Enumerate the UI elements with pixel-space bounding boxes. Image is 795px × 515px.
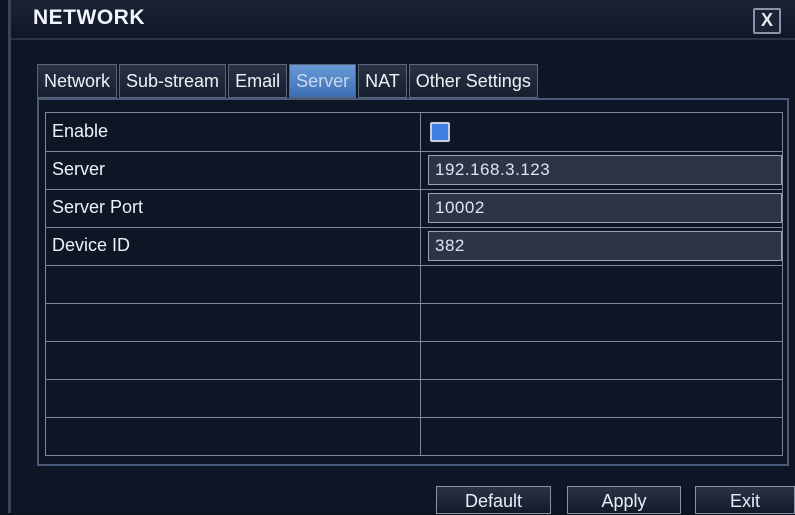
enable-row: Enable [46, 113, 782, 152]
empty-row [46, 417, 782, 455]
tab-bar: Network Sub-stream Email Server NAT Othe… [37, 64, 540, 98]
server-row: Server 192.168.3.123 [46, 151, 782, 190]
enable-cell [422, 113, 782, 151]
server-port-label: Server Port [46, 189, 421, 227]
empty-value-cell [422, 303, 782, 341]
empty-row [46, 341, 782, 380]
empty-label-cell [46, 265, 421, 303]
tab-nat[interactable]: NAT [358, 64, 407, 98]
device-id-cell: 382 [422, 227, 782, 265]
close-button[interactable]: X [753, 8, 781, 34]
server-cell: 192.168.3.123 [422, 151, 782, 189]
exit-button[interactable]: Exit [695, 486, 795, 514]
empty-label-cell [46, 341, 421, 379]
empty-row [46, 379, 782, 418]
device-id-row: Device ID 382 [46, 227, 782, 266]
empty-value-cell [422, 341, 782, 379]
network-dialog: NETWORK X Network Sub-stream Email Serve… [8, 0, 795, 514]
empty-label-cell [46, 417, 421, 455]
settings-table: Enable Server 192.168.3.123 Server Port … [45, 112, 783, 456]
empty-value-cell [422, 265, 782, 303]
enable-checkbox[interactable] [430, 122, 450, 142]
server-input[interactable]: 192.168.3.123 [428, 155, 782, 185]
server-settings-panel: Enable Server 192.168.3.123 Server Port … [37, 98, 789, 466]
server-label: Server [46, 151, 421, 189]
server-port-cell: 10002 [422, 189, 782, 227]
empty-row [46, 303, 782, 342]
server-port-input[interactable]: 10002 [428, 193, 782, 223]
apply-button[interactable]: Apply [567, 486, 681, 514]
device-id-input[interactable]: 382 [428, 231, 782, 261]
tab-email[interactable]: Email [228, 64, 288, 98]
empty-label-cell [46, 303, 421, 341]
close-icon: X [760, 10, 773, 30]
empty-label-cell [46, 379, 421, 417]
title-bar: NETWORK X [11, 0, 795, 40]
tab-sub-stream[interactable]: Sub-stream [119, 64, 227, 98]
server-port-row: Server Port 10002 [46, 189, 782, 228]
tab-server[interactable]: Server [289, 64, 357, 98]
empty-value-cell [422, 379, 782, 417]
default-button[interactable]: Default [436, 486, 551, 514]
tab-network[interactable]: Network [37, 64, 118, 98]
empty-value-cell [422, 417, 782, 455]
device-id-label: Device ID [46, 227, 421, 265]
empty-row [46, 265, 782, 304]
dialog-title: NETWORK [33, 6, 145, 29]
enable-label: Enable [46, 113, 421, 151]
tab-other-settings[interactable]: Other Settings [408, 64, 538, 98]
